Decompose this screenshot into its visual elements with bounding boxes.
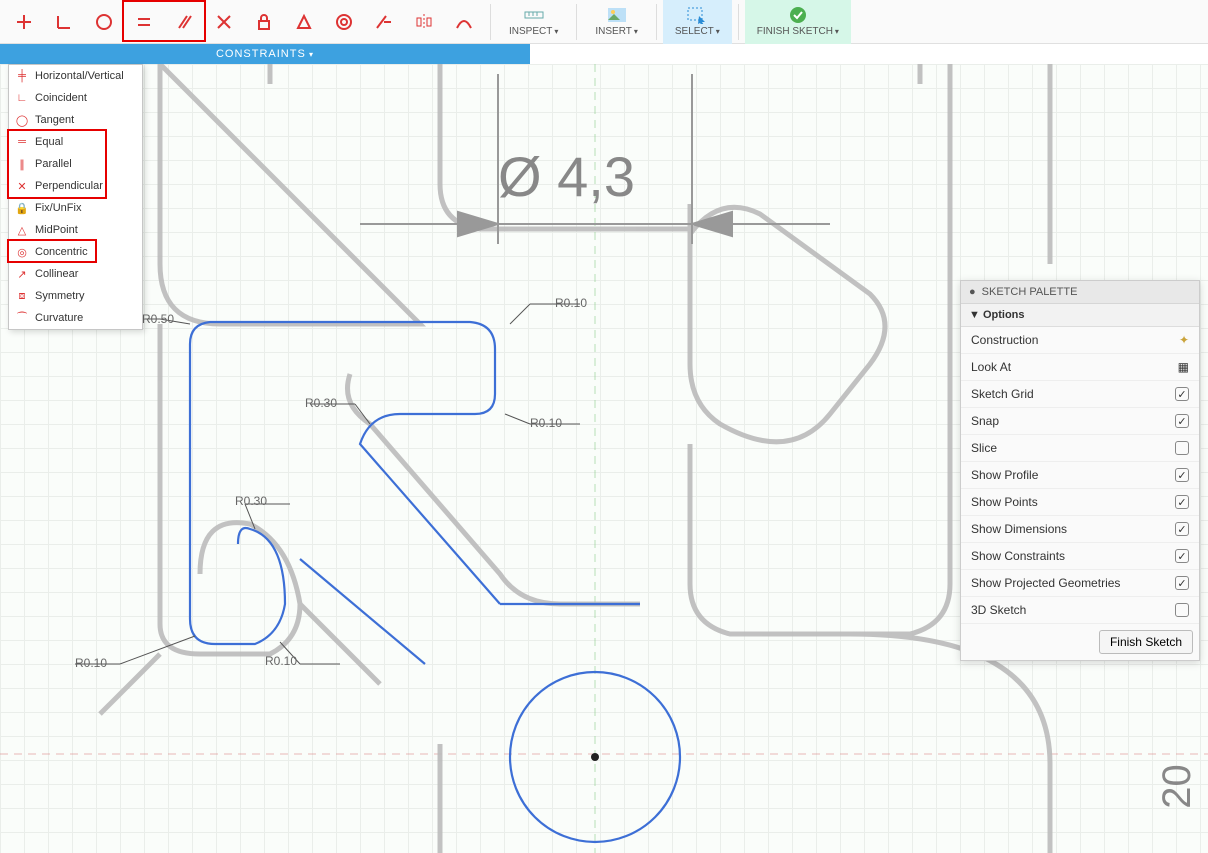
check-slice[interactable]	[1175, 441, 1189, 455]
dd-parallel[interactable]: ∥Parallel	[9, 153, 142, 175]
insert-label: INSERT	[595, 26, 632, 37]
dim-r010c[interactable]: R0.10	[265, 654, 297, 668]
dimension-side[interactable]: 20	[1155, 764, 1200, 809]
dd-fix[interactable]: 🔒Fix/UnFix	[9, 197, 142, 219]
parallel-icon[interactable]	[164, 2, 204, 42]
ruler-icon	[523, 6, 545, 24]
dim-r010a[interactable]: R0.10	[555, 296, 587, 310]
dd-concentric[interactable]: ◎Concentric	[9, 241, 142, 263]
check-showprojected[interactable]: ✓	[1175, 576, 1189, 590]
inspect-button[interactable]: INSPECT▾	[497, 0, 570, 44]
check-showprofile[interactable]: ✓	[1175, 468, 1189, 482]
row-showprofile: Show Profile ✓	[961, 462, 1199, 489]
symmetry-icon[interactable]	[404, 2, 444, 42]
dim-r010d[interactable]: R0.10	[75, 656, 107, 670]
sketch-toolbar: INSPECT▾ INSERT▾ SELECT▾ FINISH SKETCH▾	[0, 0, 1208, 44]
coincident-icon[interactable]	[44, 2, 84, 42]
dim-r010b[interactable]: R0.10	[530, 416, 562, 430]
row-3dsketch: 3D Sketch	[961, 597, 1199, 624]
dim-r030a[interactable]: R0.30	[305, 396, 337, 410]
dd-equal[interactable]: ═Equal	[9, 131, 142, 153]
dimension-main[interactable]: Ø 4,3	[498, 144, 635, 209]
collapse-icon: ●	[969, 286, 976, 298]
sketch-palette: ● SKETCH PALETTE ▼ Options Construction …	[960, 280, 1200, 661]
equal-icon[interactable]	[124, 2, 164, 42]
dd-symmetry[interactable]: ⧈Symmetry	[9, 285, 142, 307]
row-showdimensions: Show Dimensions ✓	[961, 516, 1199, 543]
concentric-icon[interactable]	[324, 2, 364, 42]
row-slice: Slice	[961, 435, 1199, 462]
cursor-icon	[686, 6, 708, 24]
construction-icon[interactable]: ✦	[1179, 333, 1189, 347]
check-icon	[787, 6, 809, 24]
palette-finish-button[interactable]: Finish Sketch	[1099, 630, 1193, 654]
palette-options-header[interactable]: ▼ Options	[961, 304, 1199, 327]
row-showpoints: Show Points ✓	[961, 489, 1199, 516]
dd-perpendicular[interactable]: ✕Perpendicular	[9, 175, 142, 197]
inspect-label: INSPECT	[509, 26, 552, 37]
check-sketchgrid[interactable]: ✓	[1175, 387, 1189, 401]
check-showconstraints[interactable]: ✓	[1175, 549, 1189, 563]
row-showconstraints: Show Constraints ✓	[961, 543, 1199, 570]
lock-icon[interactable]	[244, 2, 284, 42]
constraints-panel-label[interactable]: CONSTRAINTS ▾	[0, 44, 530, 64]
row-sketchgrid: Sketch Grid ✓	[961, 381, 1199, 408]
dim-r050[interactable]: R0.50	[142, 312, 174, 326]
lookat-icon[interactable]: ▦	[1178, 360, 1189, 374]
check-3dsketch[interactable]	[1175, 603, 1189, 617]
curvature-icon[interactable]	[444, 2, 484, 42]
perpendicular-icon[interactable]	[204, 2, 244, 42]
constraints-dropdown: ╪Horizontal/Vertical ∟Coincident ◯Tangen…	[8, 64, 143, 330]
insert-button[interactable]: INSERT▾	[583, 0, 650, 44]
dd-tangent[interactable]: ◯Tangent	[9, 109, 142, 131]
row-showprojected: Show Projected Geometries ✓	[961, 570, 1199, 597]
row-snap: Snap ✓	[961, 408, 1199, 435]
palette-header[interactable]: ● SKETCH PALETTE	[961, 281, 1199, 304]
collinear-icon[interactable]	[364, 2, 404, 42]
dd-horizontal-vertical[interactable]: ╪Horizontal/Vertical	[9, 65, 142, 87]
select-button[interactable]: SELECT▾	[663, 0, 732, 44]
dd-collinear[interactable]: ↗Collinear	[9, 263, 142, 285]
dd-curvature[interactable]: ⁀Curvature	[9, 307, 142, 329]
tangent-icon[interactable]	[84, 2, 124, 42]
select-label: SELECT	[675, 26, 714, 37]
horizontal-vertical-icon[interactable]	[4, 2, 44, 42]
dim-r030b[interactable]: R0.30	[235, 494, 267, 508]
check-showdimensions[interactable]: ✓	[1175, 522, 1189, 536]
midpoint-icon[interactable]	[284, 2, 324, 42]
finish-sketch-button[interactable]: FINISH SKETCH▾	[745, 0, 851, 44]
check-showpoints[interactable]: ✓	[1175, 495, 1189, 509]
check-snap[interactable]: ✓	[1175, 414, 1189, 428]
dd-midpoint[interactable]: △MidPoint	[9, 219, 142, 241]
row-construction: Construction ✦	[961, 327, 1199, 354]
row-lookat: Look At ▦	[961, 354, 1199, 381]
dd-coincident[interactable]: ∟Coincident	[9, 87, 142, 109]
image-icon	[606, 6, 628, 24]
finish-label: FINISH SKETCH	[757, 26, 833, 37]
